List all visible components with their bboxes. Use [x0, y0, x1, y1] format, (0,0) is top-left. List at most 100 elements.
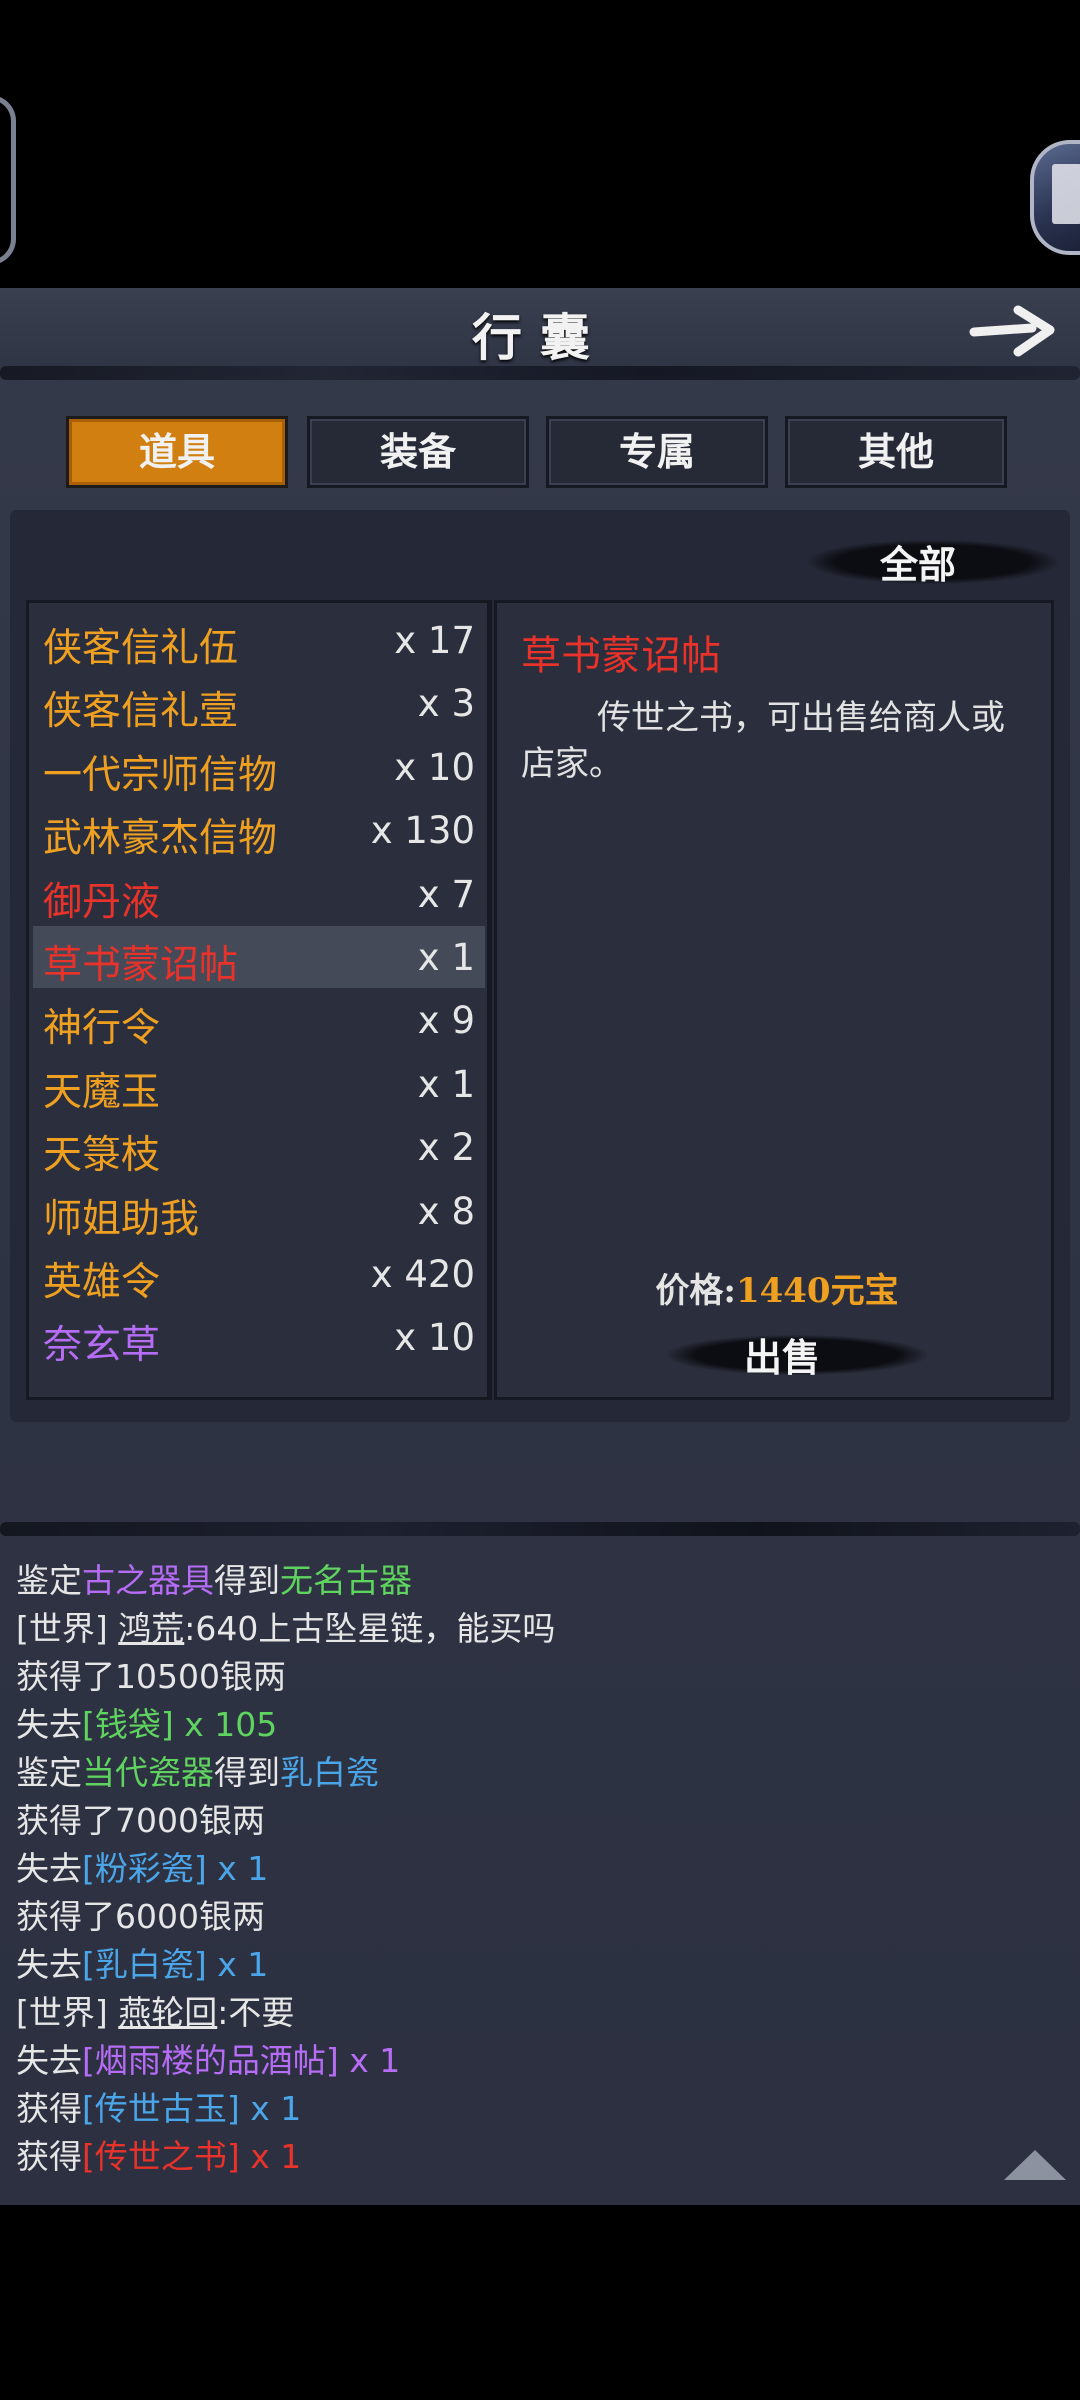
tab-other[interactable]: 其他 [785, 416, 1007, 488]
item-price: 价格:1440元宝 [497, 1263, 1057, 1312]
forward-arrow-icon[interactable] [968, 298, 1060, 362]
log-line: 鉴定当代瓷器得到乳白瓷 [16, 1746, 379, 1794]
log-line: 获得了7000银两 [16, 1794, 265, 1842]
book-icon[interactable] [1030, 140, 1080, 255]
tab-equipment[interactable]: 装备 [307, 416, 529, 488]
log-segment: [传世之书] x 1 [82, 2137, 302, 2176]
log-line: 鉴定古之器具得到无名古器 [16, 1554, 412, 1602]
log-segment: 鉴定 [16, 1753, 82, 1792]
filter-label: 全部 [879, 542, 956, 587]
item-name: 奈玄草 [43, 1323, 161, 1369]
log-segment: 获得了6000银两 [16, 1897, 265, 1936]
log-segment: :640上古坠星链，能买吗 [184, 1609, 556, 1648]
item-name: 御丹液 [43, 879, 161, 925]
item-name: 一代宗师信物 [43, 752, 278, 798]
item-name: 侠客信礼伍 [43, 626, 239, 671]
item-count: x 2 [417, 1126, 475, 1170]
item-count: x 10 [394, 745, 475, 789]
log-segment: 失去 [16, 1849, 82, 1888]
price-label: 价格: [655, 1271, 736, 1311]
item-detail-panel: 草书蒙诏帖 传世之书，可出售给商人或店家。 价格:1440元宝 出售 [494, 600, 1054, 1400]
log-segment: 古之器具 [82, 1561, 214, 1600]
filter-dropdown[interactable]: 全部 [808, 530, 1058, 592]
item-name: 武林豪杰信物 [43, 816, 278, 862]
list-item[interactable]: 英雄令 x 420 [33, 1243, 485, 1305]
log-line: 获得了10500银两 [16, 1650, 286, 1698]
tab-exclusive[interactable]: 专属 [546, 416, 768, 488]
log-segment: 当代瓷器 [82, 1753, 214, 1792]
list-item[interactable]: 天魔玉 x 1 [33, 1053, 485, 1115]
item-count: x 9 [417, 999, 475, 1043]
detail-item-name: 草书蒙诏帖 [521, 633, 721, 679]
log-segment: 失去 [16, 1945, 82, 1984]
item-name: 天魔玉 [43, 1069, 161, 1115]
log-segment: [烟雨楼的品酒帖] x 1 [82, 2041, 401, 2080]
log-segment: 获得了7000银两 [16, 1801, 265, 1840]
log-segment: [钱袋] x 105 [82, 1705, 278, 1744]
list-item[interactable]: 一代宗师信物 x 10 [33, 736, 485, 798]
item-count: x 130 [370, 809, 475, 853]
log-segment: [粉彩瓷] x 1 [82, 1849, 269, 1888]
log-line: 失去[烟雨楼的品酒帖] x 1 [16, 2034, 400, 2082]
log-segment: 失去 [16, 2041, 82, 2080]
log-segment[interactable]: 燕轮回 [118, 1993, 217, 2032]
tab-items[interactable]: 道具 [66, 416, 288, 488]
item-count: x 17 [394, 619, 475, 662]
log-line: 失去[乳白瓷] x 1 [16, 1938, 268, 1986]
log-segment: :不要 [217, 1993, 295, 2032]
price-value: 1440元宝 [735, 1271, 899, 1311]
list-item[interactable]: 武林豪杰信物 x 130 [33, 799, 485, 861]
item-count: x 7 [417, 872, 475, 916]
log-segment: 获得 [16, 2137, 82, 2176]
log-segment: [世界] [16, 1993, 119, 2032]
item-count: x 10 [394, 1316, 475, 1360]
item-count: x 8 [417, 1189, 475, 1233]
item-name: 神行令 [43, 1006, 161, 1052]
item-name: 侠客信礼壹 [43, 689, 239, 735]
log-segment: 无名古器 [280, 1561, 412, 1600]
log-segment: 获得了10500银两 [16, 1657, 286, 1696]
log-line: 失去[粉彩瓷] x 1 [16, 1842, 268, 1890]
log-line: 失去[钱袋] x 105 [16, 1698, 277, 1746]
log-line: [世界] 燕轮回:不要 [16, 1986, 294, 2034]
page-title: 行囊 [472, 308, 608, 367]
list-item[interactable]: 师姐助我 x 8 [33, 1180, 485, 1242]
sell-label: 出售 [743, 1335, 820, 1380]
detail-description: 传世之书，可出售给商人或店家。 [521, 698, 1005, 784]
category-tabs: 道具 装备 专属 其他 [66, 416, 1016, 490]
log-segment[interactable]: 鸿荒 [118, 1609, 184, 1648]
item-count: x 3 [417, 682, 475, 726]
log-segment: 获得 [16, 2089, 82, 2128]
left-side-handle [0, 95, 16, 265]
list-item[interactable]: 天箓枝 x 2 [33, 1116, 485, 1178]
list-item[interactable]: 侠客信礼壹 x 3 [33, 672, 485, 734]
item-count: x 1 [417, 1062, 475, 1106]
item-count: x 1 [417, 936, 475, 979]
item-list[interactable]: 侠客信礼伍 x 17 侠客信礼壹 x 3 一代宗师信物 x 10 武林豪杰信物 x 130 御丹… [26, 600, 492, 1400]
log-segment: 乳白瓷 [280, 1753, 379, 1792]
scroll-up-icon[interactable] [1004, 2150, 1066, 2180]
sell-button[interactable]: 出售 [667, 1323, 927, 1385]
log-segment: 鉴定 [16, 1561, 82, 1600]
log-segment: [传世古玉] x 1 [82, 2089, 302, 2128]
list-item[interactable]: 草书蒙诏帖 x 1 [33, 926, 485, 988]
log-line: 获得[传世之书] x 1 [16, 2130, 301, 2178]
log-segment: 得到 [214, 1753, 280, 1792]
log-line: 获得[传世古玉] x 1 [16, 2082, 301, 2130]
item-name: 天箓枝 [43, 1133, 161, 1179]
log-line: [世界] 鸿荒:640上古坠星链，能买吗 [16, 1602, 555, 1650]
item-name: 师姐助我 [43, 1196, 200, 1242]
message-log[interactable]: 鉴定古之器具得到无名古器 [世界] 鸿荒:640上古坠星链，能买吗 获得了10500… [0, 1534, 1080, 2204]
log-line: 获得了6000银两 [16, 1890, 265, 1938]
item-count: x 420 [370, 1253, 475, 1296]
log-segment: 失去 [16, 1705, 82, 1744]
list-item[interactable]: 奈玄草 x 10 [33, 1306, 485, 1368]
list-item[interactable]: 侠客信礼伍 x 17 [33, 609, 485, 671]
list-item[interactable]: 神行令 x 9 [33, 989, 485, 1051]
log-segment: [乳白瓷] x 1 [82, 1945, 269, 1984]
log-segment: [世界] [16, 1609, 119, 1648]
item-name: 英雄令 [43, 1260, 161, 1305]
list-item[interactable]: 御丹液 x 7 [33, 863, 485, 925]
log-segment: 得到 [214, 1561, 280, 1600]
item-name: 草书蒙诏帖 [43, 943, 239, 988]
